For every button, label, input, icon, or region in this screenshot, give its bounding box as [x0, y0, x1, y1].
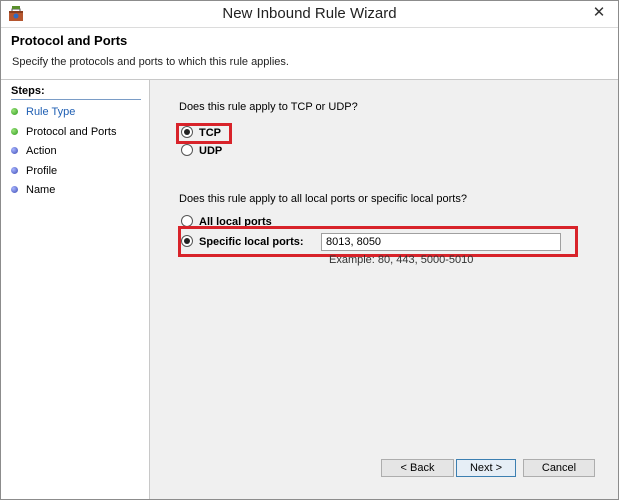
step-complete-icon — [11, 128, 18, 135]
title-bar[interactable]: New Inbound Rule Wizard ✕ — [1, 1, 618, 28]
udp-radio-option[interactable]: UDP — [181, 143, 222, 159]
sidebar-item-rule-type[interactable]: Rule Type — [11, 104, 75, 120]
window-title: New Inbound Rule Wizard — [222, 5, 397, 22]
sidebar-item-action[interactable]: Action — [11, 143, 57, 159]
sidebar-item-label: Action — [26, 145, 57, 157]
back-button[interactable]: < Back — [381, 459, 454, 477]
step-pending-icon — [11, 186, 18, 193]
ports-question: Does this rule apply to all local ports … — [179, 193, 467, 205]
steps-heading: Steps: — [11, 85, 45, 97]
specific-local-ports-radio[interactable] — [181, 235, 193, 247]
close-icon: ✕ — [592, 4, 606, 21]
wizard-header: Protocol and Ports Specify the protocols… — [1, 28, 618, 80]
specific-local-ports-label: Specific local ports: — [199, 236, 304, 248]
ports-example-text: Example: 80, 443, 5000-5010 — [329, 254, 474, 266]
sidebar-item-name[interactable]: Name — [11, 182, 55, 198]
sidebar-item-profile[interactable]: Profile — [11, 163, 57, 179]
page-description: Specify the protocols and ports to which… — [12, 56, 289, 68]
udp-label: UDP — [199, 145, 223, 157]
step-pending-icon — [11, 167, 18, 174]
tcp-label: TCP — [199, 127, 221, 139]
steps-divider — [11, 99, 141, 100]
wizard-content: Does this rule apply to TCP or UDP? TCP … — [150, 80, 618, 499]
tcp-radio-option[interactable]: TCP — [181, 125, 221, 141]
sidebar-item-label: Protocol and Ports — [26, 126, 117, 138]
sidebar-item-label: Name — [26, 184, 56, 196]
udp-radio[interactable] — [181, 144, 193, 156]
steps-sidebar: Steps: Rule Type Protocol and Ports Acti… — [1, 80, 150, 499]
step-complete-icon — [11, 108, 18, 115]
sidebar-item-label: Profile — [26, 165, 58, 177]
protocol-question: Does this rule apply to TCP or UDP? — [179, 101, 358, 113]
wizard-window: New Inbound Rule Wizard ✕ Protocol and P… — [0, 0, 619, 500]
next-button[interactable]: Next > — [456, 459, 516, 477]
sidebar-item-label: Rule Type — [26, 106, 76, 118]
cancel-button[interactable]: Cancel — [523, 459, 595, 477]
close-button[interactable]: ✕ — [585, 3, 613, 23]
page-title: Protocol and Ports — [11, 33, 128, 48]
step-pending-icon — [11, 147, 18, 154]
specific-local-ports-option[interactable]: Specific local ports: — [181, 234, 304, 250]
tcp-radio[interactable] — [181, 126, 193, 138]
sidebar-item-protocol-and-ports[interactable]: Protocol and Ports — [11, 124, 117, 140]
local-ports-input[interactable]: 8013, 8050 — [321, 233, 561, 251]
